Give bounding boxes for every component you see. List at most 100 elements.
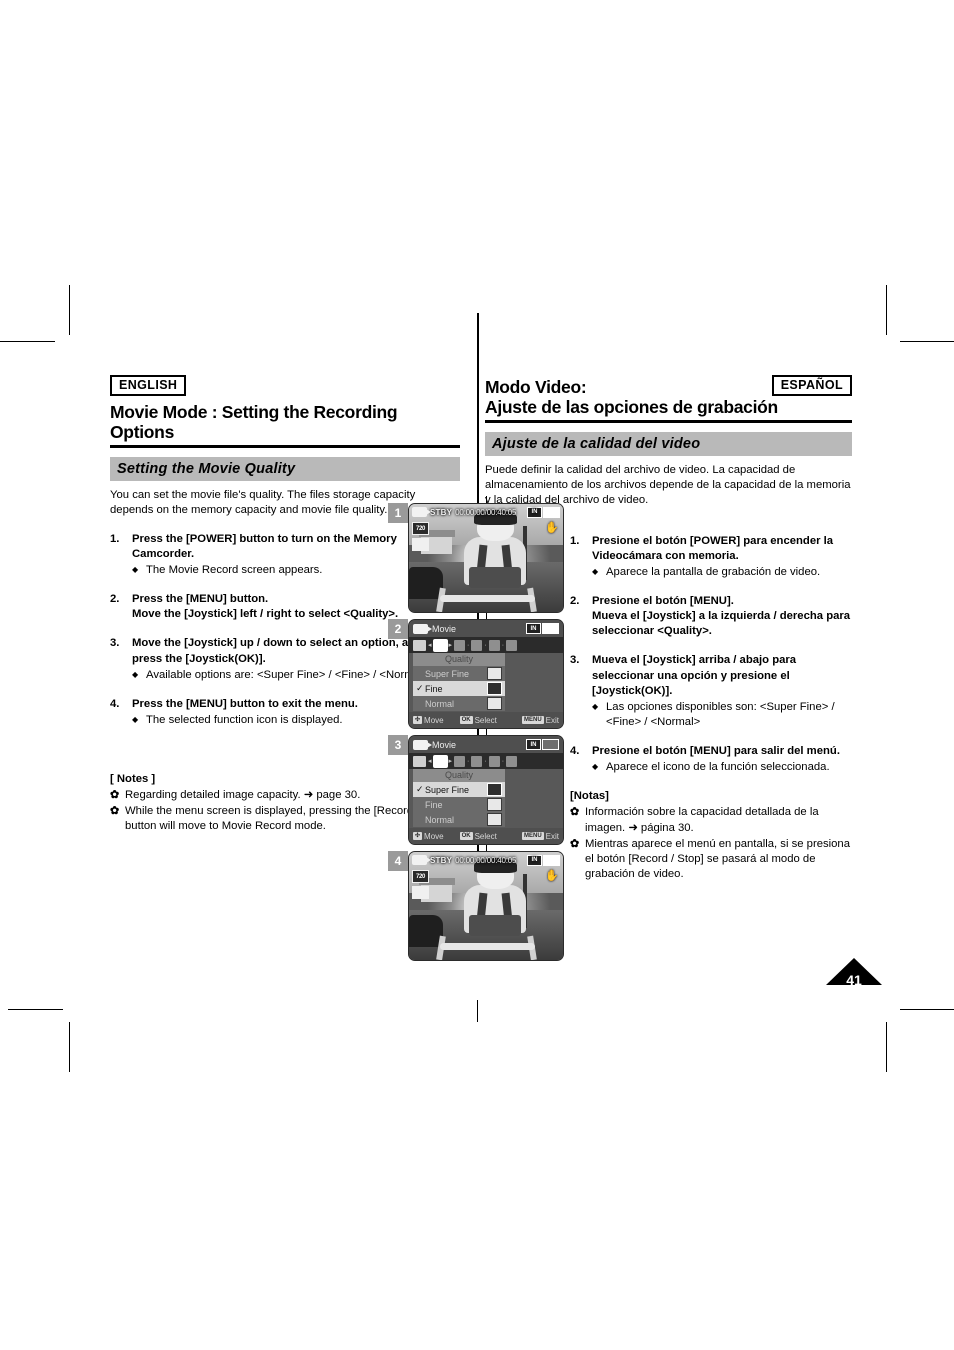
quality-superfine-icon [487, 783, 502, 796]
menu-option-panel: Quality ✓ Super Fine Fine Normal [413, 769, 505, 827]
tab-icon-focus[interactable] [454, 639, 466, 651]
menu-option-item[interactable]: ✓ Fine [413, 681, 505, 696]
crop-mark-bottom-right-horizontal [900, 1009, 954, 1010]
lcd-screen-record: STBY 00:00:00/00:40:05 IN 720 ✋ [408, 503, 564, 613]
spanish-intro-paragraph: Puede definir la calidad del archivo de … [485, 463, 851, 506]
osd-timecode: 00:00:00/00:40:05 [455, 507, 517, 517]
menu-option-item[interactable]: Super Fine [413, 666, 505, 681]
osd-battery-indicator: IN [526, 739, 559, 750]
step-number: 1. [110, 532, 120, 545]
step-number: 1. [570, 534, 580, 547]
crop-mark-top-right-horizontal [900, 341, 954, 342]
menu-tab-bar[interactable]: ◂ ▸ · · · [409, 637, 563, 653]
spanish-notes-block: [Notas] ✿ Información sobre la capacidad… [570, 789, 852, 882]
osd-left-icons: 720 [412, 522, 429, 551]
lcd-screen-menu: Movie IN ◂ ▸ · · [408, 619, 564, 729]
hint-label: Move [424, 715, 444, 725]
menu-option-label: Super Fine [425, 784, 470, 795]
osd-battery-indicator: IN [527, 854, 560, 866]
menu-screen: Movie IN ◂ ▸ · · [409, 736, 563, 844]
tab-icon-white-balance[interactable] [488, 639, 500, 651]
tab-icon-size[interactable] [413, 639, 426, 651]
clover-bullet-icon: ✿ [110, 805, 120, 818]
quality-fine-icon [487, 798, 502, 811]
menu-option-label: Fine [425, 683, 443, 694]
movie-camera-icon [412, 855, 431, 865]
osd-battery-indicator: IN [527, 506, 560, 518]
language-tag-spanish: ESPAÑOL [771, 375, 852, 397]
step-number: 4. [570, 745, 580, 758]
tab-icon-focus[interactable] [454, 755, 466, 767]
diamond-bullet-icon: ◆ [132, 714, 139, 724]
figure-connector-line [486, 496, 487, 503]
osd-battery-label: IN [526, 739, 541, 750]
osd-battery-indicator: IN [526, 623, 559, 634]
tab-icon-ev[interactable] [471, 755, 483, 767]
tab-icon-quality[interactable] [433, 755, 447, 767]
check-icon: ✓ [416, 784, 424, 794]
preview-photo [409, 852, 563, 960]
menu-hint-bar: ✣ Move OK Select MENU Exit [409, 828, 563, 844]
anti-shake-icon: ✋ [545, 522, 559, 534]
battery-icon [543, 854, 560, 866]
osd-battery-label: IN [526, 623, 541, 634]
step-heading: Presione el botón [MENU]. Mueva el [Joys… [592, 595, 851, 638]
clover-bullet-icon: ✿ [110, 789, 120, 802]
chevron-right-icon: ▸ [448, 758, 453, 765]
menu-title-bar: Movie IN [409, 736, 563, 753]
tab-icon-effect[interactable] [506, 755, 518, 767]
menu-option-item[interactable]: Normal [413, 696, 505, 711]
spanish-language-tag-row: ESPAÑOL [771, 375, 852, 397]
step-number: 2. [110, 593, 120, 606]
menu-option-title: Quality [413, 769, 505, 782]
tab-icon-size[interactable] [413, 755, 426, 767]
menu-option-item[interactable]: Normal [413, 812, 505, 827]
note-text: Mientras aparece el menú en pantalla, si… [585, 837, 851, 880]
spanish-section-band: Ajuste de la calidad del video [485, 431, 852, 456]
hint-move: ✣ Move [413, 832, 444, 841]
note-text: Información sobre la capacidad detallada… [585, 806, 819, 834]
battery-icon [542, 623, 559, 634]
osd-status-text: STBY [430, 855, 453, 865]
crop-mark-top-left-horizontal [0, 341, 55, 342]
hint-label: Move [424, 831, 444, 841]
resolution-720-icon: 720 [412, 870, 429, 883]
hint-select: OK Select [459, 716, 497, 725]
battery-icon [543, 506, 560, 518]
tab-separator-dot: · [484, 757, 487, 765]
step-sub-item: ◆ Aparece el icono de la función selecci… [592, 760, 852, 775]
menu-option-title: Quality [413, 653, 505, 666]
step-heading: Presione el botón [MENU] para salir del … [592, 745, 840, 758]
hint-select: OK Select [459, 832, 497, 841]
tab-separator-dot: · [467, 757, 470, 765]
diamond-bullet-icon: ◆ [592, 566, 599, 576]
tab-icon-ev[interactable] [471, 639, 483, 651]
menu-option-item[interactable]: ✓ Super Fine [413, 782, 505, 797]
figure-step-badge: 4 [388, 851, 408, 871]
menu-option-item[interactable]: Fine [413, 797, 505, 812]
lcd-figure: 1 STBY 00:00:00/00:40:05 IN 720 ✋ [388, 496, 564, 620]
lcd-screen-record: STBY 00:00:00/00:40:05 IN 720 ✋ [408, 851, 564, 961]
clover-bullet-icon: ✿ [570, 806, 580, 819]
notes-title: [Notas] [570, 790, 609, 803]
step-number: 2. [570, 595, 580, 608]
chevron-left-icon: ◂ [428, 758, 432, 765]
tab-icon-white-balance[interactable] [488, 755, 500, 767]
tab-icon-quality[interactable] [433, 639, 447, 651]
osd-timecode: 00:00:00/00:40:05 [455, 855, 517, 865]
english-section-band: Setting the Movie Quality [110, 456, 460, 481]
menu-tab-bar[interactable]: ◂ ▸ · · · [409, 753, 563, 769]
movie-camera-icon [413, 739, 432, 750]
lcd-figure-column: 1 STBY 00:00:00/00:40:05 IN 720 ✋ 2 Movi… [388, 496, 566, 967]
battery-icon [542, 739, 559, 750]
check-icon: ✓ [416, 683, 424, 693]
menu-option-label: Super Fine [425, 668, 470, 679]
quality-normal-icon [487, 813, 502, 826]
manual-page: ENGLISH Movie Mode : Setting the Recordi… [110, 313, 852, 1015]
tab-icon-effect[interactable] [506, 639, 518, 651]
lcd-figure: 4 STBY 00:00:00/00:40:05 IN 720 ✋ [388, 851, 564, 961]
quality-fine-icon [487, 682, 502, 695]
diamond-bullet-icon: ◆ [592, 762, 599, 772]
language-tag-english: ENGLISH [110, 375, 187, 397]
step-item: 4. Presione el botón [MENU] para salir d… [570, 744, 852, 775]
